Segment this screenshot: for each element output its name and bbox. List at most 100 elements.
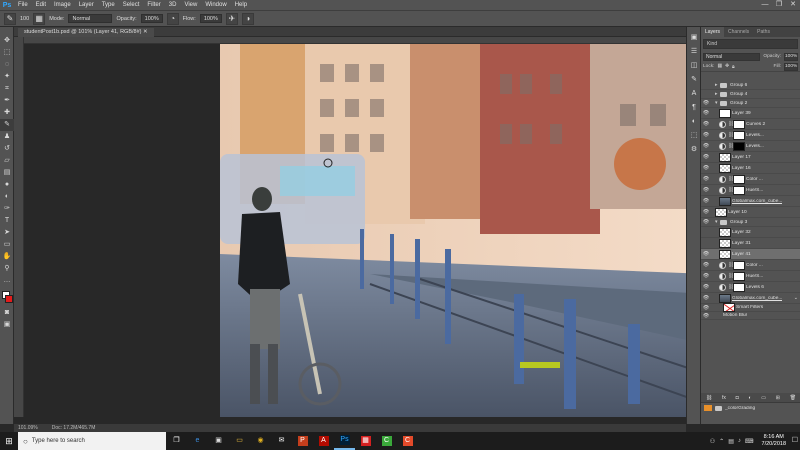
brush-settings-icon[interactable]: ✎ (687, 73, 701, 87)
layer-row[interactable]: 👁︎ Layer 39 (701, 108, 800, 119)
visibility-eye-icon[interactable]: 👁︎ (701, 174, 711, 184)
powerpoint-icon[interactable]: P (292, 432, 313, 450)
notifications-icon[interactable]: ☐ (792, 436, 798, 444)
mail-icon[interactable]: ✉ (271, 432, 292, 450)
layer-thumbnail[interactable] (715, 207, 727, 217)
screen-mode-icon[interactable]: ▣ (0, 319, 14, 331)
layer-name[interactable]: Layer 10 (728, 210, 747, 215)
visibility-eye-icon[interactable]: 👁︎ (701, 185, 711, 195)
hand-icon[interactable]: ✋ (0, 251, 14, 263)
trash-icon[interactable]: 🗑︎ (790, 395, 796, 401)
clock[interactable]: 8:16 AM 7/20/2018 (762, 434, 786, 448)
eyedropper-icon[interactable]: ✒ (0, 95, 14, 107)
layer-name[interactable]: Layer 16 (732, 166, 751, 171)
pressure-size-icon[interactable]: ◑ (241, 12, 254, 25)
layer-row[interactable]: 👁︎ Layer 10 (701, 207, 800, 218)
photoshop-icon[interactable]: Ps (334, 432, 355, 450)
document-tab[interactable]: studentPost1b.psd @ 101% (Layer 41, RGB/… (18, 28, 154, 37)
menu-3d[interactable]: 3D (165, 0, 181, 10)
layer-thumbnail[interactable] (733, 271, 745, 281)
tab-layers[interactable]: Layers (701, 27, 725, 37)
visibility-eye-icon[interactable]: 👁︎ (701, 293, 711, 303)
opacity-input[interactable]: 100% (140, 14, 163, 23)
layer-row[interactable]: 👁︎ Layer 17 (701, 152, 800, 163)
layer-row[interactable]: 👁︎ Motion Blur (701, 312, 800, 320)
menu-window[interactable]: Window (201, 0, 230, 10)
layer-thumbnail[interactable] (733, 119, 745, 129)
history-panel-icon[interactable]: ▣ (687, 31, 701, 45)
layer-row[interactable]: 👁︎ Globalmax.com_cube... ⌄ (701, 293, 800, 304)
visibility-eye-icon[interactable]: 👁︎ (701, 130, 711, 140)
mask-icon[interactable]: ◘ (736, 395, 739, 401)
styles-panel-icon[interactable]: ⬚ (687, 129, 701, 143)
layer-list[interactable]: ▸ Group 6 ▸ Group 4 👁︎ ▾ Group 2 👁︎ Layer 39 👁︎ ⛓ C… (701, 81, 800, 393)
character-panel-icon[interactable]: A (687, 87, 701, 101)
menu-image[interactable]: Image (50, 0, 75, 10)
visibility-eye-icon[interactable]: 👁︎ (701, 304, 711, 311)
layer-name[interactable]: Group 3 (730, 220, 747, 225)
task-view-icon[interactable]: ❐ (166, 432, 187, 450)
layer-group-row[interactable]: 👁︎ ▾ Group 2 (701, 99, 800, 108)
menu-layer[interactable]: Layer (75, 0, 98, 10)
layer-thumbnail[interactable] (719, 238, 731, 248)
minimize-button[interactable]: — (758, 0, 772, 10)
layer-group-row[interactable]: ▸ Group 4 (701, 90, 800, 99)
horizontal-ruler[interactable] (24, 37, 686, 44)
layer-row[interactable]: 👁︎ ⛓ Hue/S... (701, 185, 800, 196)
more-tools-icon[interactable]: … (0, 275, 14, 287)
layer-name[interactable]: Levels... (746, 144, 764, 149)
pressure-opacity-icon[interactable]: ◔ (166, 12, 179, 25)
lasso-icon[interactable]: ◌ (0, 59, 14, 71)
stamp-icon[interactable]: ♟ (0, 131, 14, 143)
chevron-up-icon[interactable]: ⌃ (719, 438, 724, 445)
layer-thumbnail[interactable] (719, 108, 731, 118)
layer-name[interactable]: Layer 39 (732, 111, 751, 116)
network-icon[interactable]: ▤ (728, 438, 734, 445)
chrome-icon[interactable]: ◉ (250, 432, 271, 450)
layer-name[interactable]: Color ... (746, 263, 763, 268)
layer-thumbnail[interactable] (733, 185, 745, 195)
visibility-eye-icon[interactable]: 👁︎ (701, 152, 711, 162)
visibility-eye-icon[interactable]: 👁︎ (701, 218, 711, 226)
layer-name[interactable]: Color ... (746, 177, 763, 182)
dodge-icon[interactable]: ◐ (0, 191, 14, 203)
menu-select[interactable]: Select (119, 0, 144, 10)
folder-icon[interactable]: ▭ (761, 395, 766, 401)
edge-icon[interactable]: e (187, 432, 208, 450)
document-size[interactable]: Doc: 17.2M/465.7M (52, 425, 96, 431)
tab-paths[interactable]: Paths (753, 27, 774, 37)
layer-row[interactable]: 👁︎ ⛓ Color ... (701, 260, 800, 271)
windows-start-icon[interactable]: ⊞ (0, 432, 18, 450)
properties-panel-icon[interactable]: ☰ (687, 45, 701, 59)
visibility-eye-icon[interactable] (701, 227, 711, 237)
layer-name[interactable]: Globalmax.com_cube... (732, 296, 782, 301)
link-icon[interactable]: ⛓ (706, 395, 712, 401)
brush-panel-icon[interactable]: ▦ (33, 12, 46, 25)
brush-tool-icon[interactable]: ✎ (4, 12, 16, 25)
layer-name[interactable]: Layer 31 (732, 241, 751, 246)
document-canvas[interactable] (220, 44, 686, 417)
layer-row[interactable]: 👁︎ Smart Filters (701, 303, 800, 312)
layer-thumbnail[interactable] (733, 130, 745, 140)
gradient-icon[interactable]: ▤ (0, 167, 14, 179)
tools-presets-icon[interactable]: ⚙ (687, 143, 701, 157)
menu-filter[interactable]: Filter (143, 0, 164, 10)
adjustment-icon[interactable]: ◐ (748, 395, 751, 401)
quick-select-icon[interactable]: ✦ (0, 71, 14, 83)
shape-icon[interactable]: ▭ (0, 239, 14, 251)
mode-select[interactable]: Normal (68, 14, 113, 23)
visibility-eye-icon[interactable]: 👁︎ (701, 260, 711, 270)
visibility-eye-icon[interactable]: 👁︎ (701, 271, 711, 281)
layer-thumbnail[interactable] (723, 303, 735, 312)
volume-icon[interactable]: ♪ (738, 438, 741, 444)
new-layer-icon[interactable]: ⊞ (776, 395, 780, 401)
layer-thumbnail[interactable] (733, 282, 745, 292)
menu-view[interactable]: View (180, 0, 201, 10)
layer-row[interactable]: Layer 31 (701, 238, 800, 249)
layer-row[interactable]: 👁︎ ⛓ Hue/S... (701, 271, 800, 282)
layer-row[interactable]: 👁︎ Globalmax.com_cube... (701, 196, 800, 207)
layer-name[interactable]: Hue/S... (746, 188, 763, 193)
path-select-icon[interactable]: ➤ (0, 227, 14, 239)
visibility-eye-icon[interactable] (701, 238, 711, 248)
layer-thumbnail[interactable] (719, 196, 731, 206)
